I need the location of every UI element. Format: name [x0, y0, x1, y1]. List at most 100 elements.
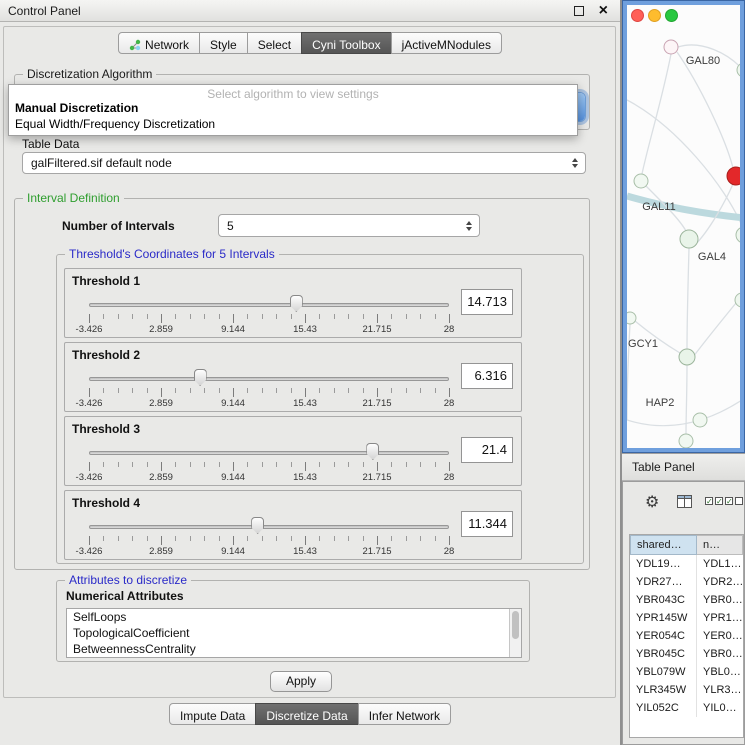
- table-data-combobox[interactable]: galFiltered.sif default node: [22, 152, 586, 174]
- table-cell[interactable]: YER054C: [630, 627, 697, 645]
- network-node[interactable]: [727, 167, 740, 185]
- slider-track[interactable]: [89, 377, 449, 381]
- table-row[interactable]: YLR345WYLR3…: [630, 681, 743, 699]
- table-cell[interactable]: YBR0…: [697, 645, 743, 663]
- table-cell[interactable]: YBL0…: [697, 663, 743, 681]
- attribute-list-item[interactable]: BetweennessCentrality: [67, 641, 521, 657]
- table-cell[interactable]: YDL19…: [630, 555, 697, 573]
- table-cell[interactable]: YDR2…: [697, 573, 743, 591]
- table-cell[interactable]: YBR045C: [630, 645, 697, 663]
- attribute-list-item[interactable]: SelfLoops: [67, 609, 521, 625]
- table-cell[interactable]: YBR043C: [630, 591, 697, 609]
- deselect-rows-icon[interactable]: ✓: [725, 497, 743, 505]
- slider-tick: [118, 462, 119, 467]
- tab-impute-data[interactable]: Impute Data: [169, 703, 256, 725]
- table-cell[interactable]: YLR3…: [697, 681, 743, 699]
- network-node[interactable]: [664, 40, 678, 54]
- table-cell[interactable]: YDR27…: [630, 573, 697, 591]
- table-cell[interactable]: YBR0…: [697, 591, 743, 609]
- threshold-2-value-field[interactable]: 6.316: [461, 363, 513, 389]
- slider-tick: [319, 314, 320, 319]
- table-row[interactable]: YDL19…YDL1…: [630, 555, 743, 573]
- threshold-3-value-field[interactable]: 21.4: [461, 437, 513, 463]
- threshold-label: Threshold 3: [72, 422, 140, 436]
- network-node[interactable]: [627, 312, 636, 324]
- zoom-traffic-light-icon[interactable]: [665, 9, 678, 22]
- apply-button[interactable]: Apply: [270, 671, 332, 692]
- close-traffic-light-icon[interactable]: [631, 9, 644, 22]
- column-header-name[interactable]: n…: [697, 535, 743, 555]
- table-cell[interactable]: YBL079W: [630, 663, 697, 681]
- network-node[interactable]: [693, 413, 707, 427]
- threshold-4-value-field[interactable]: 11.344: [461, 511, 513, 537]
- threshold-1-value-field[interactable]: 14.713: [461, 289, 513, 315]
- slider-handle[interactable]: [290, 295, 303, 312]
- threshold-3-slider[interactable]: [89, 443, 449, 461]
- network-node[interactable]: [735, 293, 740, 307]
- table-cell[interactable]: YER0…: [697, 627, 743, 645]
- attribute-list-item[interactable]: TopologicalCoefficient: [67, 625, 521, 641]
- table-row[interactable]: YBR043CYBR0…: [630, 591, 743, 609]
- list-scrollbar[interactable]: [509, 609, 521, 657]
- settings-gear-icon[interactable]: ⚙: [645, 492, 659, 512]
- network-node[interactable]: [680, 230, 698, 248]
- columns-icon[interactable]: [677, 495, 692, 508]
- table-row[interactable]: YBL079WYBL0…: [630, 663, 743, 681]
- network-node[interactable]: [737, 63, 740, 77]
- select-all-rows-icon[interactable]: ✓✓: [705, 497, 723, 505]
- float-window-icon[interactable]: [574, 6, 584, 16]
- table-cell[interactable]: YPR1…: [697, 609, 743, 627]
- slider-track[interactable]: [89, 303, 449, 307]
- slider-handle[interactable]: [251, 517, 264, 534]
- table-row[interactable]: YPR145WYPR1…: [630, 609, 743, 627]
- network-node[interactable]: [736, 227, 740, 243]
- threshold-4-slider[interactable]: [89, 517, 449, 535]
- tab-jactivemnodules[interactable]: jActiveMNodules: [391, 32, 502, 54]
- slider-tick: [219, 462, 220, 467]
- column-header-shared-name[interactable]: shared…: [630, 535, 697, 555]
- numerical-attributes-list[interactable]: SelfLoopsTopologicalCoefficientBetweenne…: [66, 608, 522, 658]
- table-cell[interactable]: YDL1…: [697, 555, 743, 573]
- table-row[interactable]: YER054CYER0…: [630, 627, 743, 645]
- tab-style[interactable]: Style: [199, 32, 248, 54]
- table-cell[interactable]: YPR145W: [630, 609, 697, 627]
- tab-cyni-toolbox[interactable]: Cyni Toolbox: [301, 32, 391, 54]
- number-of-intervals-combobox[interactable]: 5: [218, 214, 480, 237]
- slider-track[interactable]: [89, 451, 449, 455]
- table-row[interactable]: YDR27…YDR2…: [630, 573, 743, 591]
- slider-handle[interactable]: [366, 443, 379, 460]
- minimize-traffic-light-icon[interactable]: [648, 9, 661, 22]
- table-row[interactable]: YBR045CYBR0…: [630, 645, 743, 663]
- tab-label: Impute Data: [180, 709, 245, 723]
- network-node[interactable]: [634, 174, 648, 188]
- slider-tick: [262, 314, 263, 319]
- scrollbar-thumb[interactable]: [512, 611, 519, 639]
- network-view-window[interactable]: GAL80GAL11GAL4GCY1HAP2: [622, 0, 745, 453]
- close-icon[interactable]: ×: [599, 1, 608, 21]
- slider-tick: [319, 388, 320, 393]
- table-cell[interactable]: YIL052C: [630, 699, 697, 717]
- algorithm-option-equal-width[interactable]: Equal Width/Frequency Discretization: [9, 116, 577, 132]
- bottom-tab-bar: Impute Data Discretize Data Infer Networ…: [0, 703, 620, 725]
- tab-discretize-data[interactable]: Discretize Data: [255, 703, 358, 725]
- slider-tick: [233, 536, 234, 545]
- algorithm-option-manual[interactable]: Manual Discretization: [9, 100, 577, 116]
- network-canvas-area[interactable]: GAL80GAL11GAL4GCY1HAP2: [627, 5, 740, 448]
- threshold-1-slider[interactable]: [89, 295, 449, 313]
- tab-infer-network[interactable]: Infer Network: [358, 703, 451, 725]
- slider-tick: [89, 462, 90, 471]
- threshold-2-slider[interactable]: [89, 369, 449, 387]
- network-node[interactable]: [679, 434, 693, 448]
- table-cell[interactable]: YIL0…: [697, 699, 743, 717]
- table-row[interactable]: YIL052CYIL0…: [630, 699, 743, 717]
- slider-ticks: [89, 314, 449, 323]
- network-node[interactable]: [679, 349, 695, 365]
- slider-scale: -3.4262.8599.14415.4321.71528: [89, 398, 449, 409]
- tab-select[interactable]: Select: [247, 32, 302, 54]
- slider-scale-label: -3.426: [76, 546, 103, 557]
- network-canvas[interactable]: GAL80GAL11GAL4GCY1HAP2: [627, 5, 740, 448]
- table-cell[interactable]: YLR345W: [630, 681, 697, 699]
- tab-network[interactable]: Network: [118, 32, 200, 54]
- slider-track[interactable]: [89, 525, 449, 529]
- slider-handle[interactable]: [194, 369, 207, 386]
